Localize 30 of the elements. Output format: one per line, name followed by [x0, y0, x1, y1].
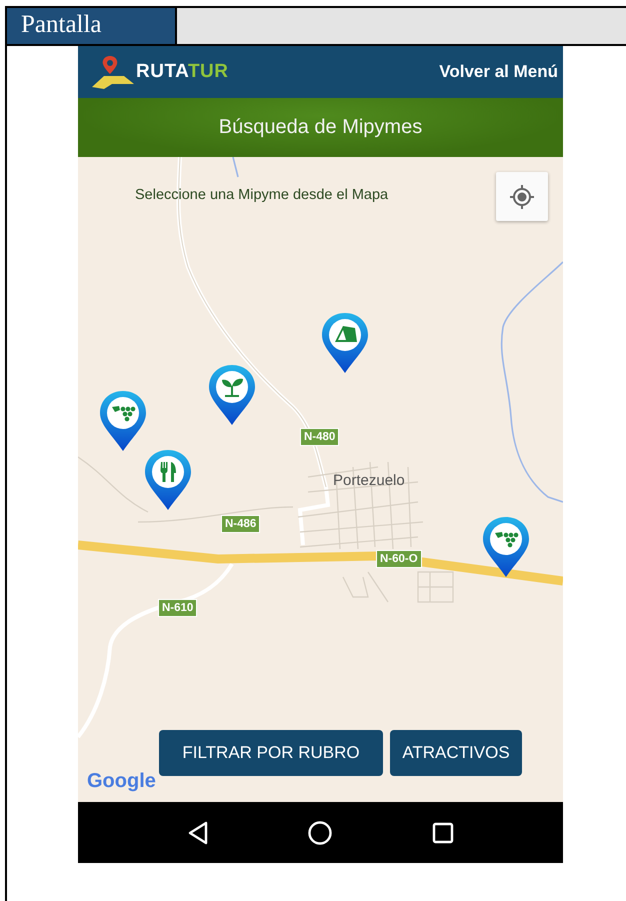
my-location-button[interactable]: [496, 172, 548, 221]
map-pin[interactable]: [208, 364, 256, 426]
road-number-label: N-60-O: [376, 550, 422, 568]
map-attribution-logo: Google: [87, 770, 156, 793]
home-icon[interactable]: [307, 820, 334, 846]
app-logo-text: RUTATUR: [136, 61, 229, 83]
town-label: Portezuelo: [333, 472, 405, 489]
stream-line: [232, 157, 239, 178]
recents-icon[interactable]: [432, 822, 454, 844]
back-to-menu-link[interactable]: Volver al Menú: [439, 62, 558, 82]
filter-button[interactable]: FILTRAR POR RUBRO: [159, 730, 383, 776]
grapes-icon: [112, 406, 136, 422]
map-pin-logo-icon: [90, 54, 136, 90]
road-number-label: N-480: [300, 428, 340, 446]
map-pin[interactable]: [321, 312, 369, 374]
back-icon[interactable]: [187, 820, 210, 844]
road-number-label: N-610: [158, 599, 198, 617]
cutlery-icon: [160, 462, 176, 482]
table-header: Pantalla: [7, 8, 177, 44]
map-instruction-text: Seleccione una Mipyme desde el Mapa: [135, 187, 388, 203]
road-number-label: N-486: [221, 515, 260, 533]
tent-icon: [335, 326, 357, 342]
map-pin[interactable]: [482, 516, 530, 578]
crosshair-icon: [509, 184, 535, 210]
map-pin[interactable]: [144, 449, 192, 511]
map-pin[interactable]: [99, 390, 147, 452]
screen-title-bar: Búsqueda de Mipymes: [78, 98, 563, 157]
grapes-icon: [495, 532, 518, 548]
sprout-icon: [222, 378, 243, 397]
attractions-button[interactable]: ATRACTIVOS: [390, 730, 522, 776]
